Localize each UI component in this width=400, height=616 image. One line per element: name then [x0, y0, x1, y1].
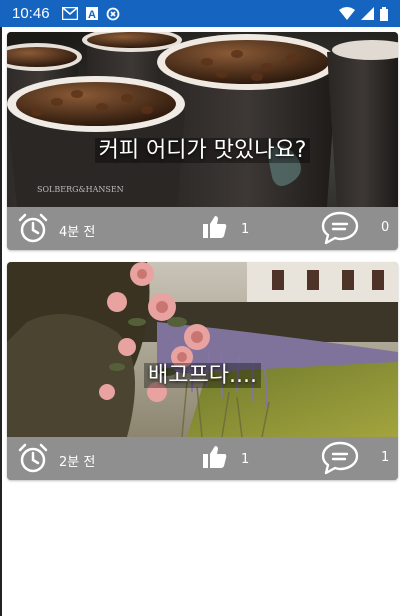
status-bar: 10:46 A [0, 0, 400, 27]
alarm-clock-icon [17, 212, 49, 248]
like-button[interactable]: 1 [202, 444, 249, 474]
svg-text:A: A [88, 9, 96, 20]
comment-button[interactable] [321, 210, 359, 250]
post-title: 커피 어디가 맛있나요? [7, 132, 398, 164]
gmail-icon [61, 7, 78, 20]
status-time: 10:46 [12, 5, 50, 22]
wifi-icon [339, 7, 355, 20]
like-count: 1 [241, 221, 250, 237]
speech-bubble-icon [321, 440, 359, 480]
time-ago-label: 4분 전 [59, 224, 96, 240]
speech-bubble-icon [321, 210, 359, 250]
sync-icon [106, 7, 120, 21]
thumbs-up-icon [202, 444, 228, 474]
post-footer: 2분 전 1 1 [7, 437, 398, 480]
post-image [7, 262, 398, 437]
signal-icon [361, 7, 374, 20]
post-card[interactable]: 배고프다.... 2분 전 1 1 [7, 262, 398, 480]
thumbs-up-icon [202, 214, 228, 244]
like-button[interactable]: 1 [202, 214, 249, 244]
post-image: SOLBERG&HANSEN [7, 32, 398, 207]
alarm-clock-icon [17, 442, 49, 478]
post-time: 4분 전 [17, 212, 95, 248]
svg-text:SOLBERG&HANSEN: SOLBERG&HANSEN [37, 185, 124, 194]
post-title: 배고프다.... [7, 357, 398, 389]
comment-button[interactable] [321, 440, 359, 480]
time-ago-label: 2분 전 [59, 454, 96, 470]
post-feed: SOLBERG&HANSEN 커피 어디가 맛있나요? 4분 전 1 0 배고프… [0, 27, 400, 616]
like-count: 1 [241, 451, 250, 467]
post-footer: 4분 전 1 0 [7, 207, 398, 250]
comment-count: 1 [381, 450, 390, 465]
post-card[interactable]: SOLBERG&HANSEN 커피 어디가 맛있나요? 4분 전 1 0 [7, 32, 398, 250]
font-icon: A [85, 7, 98, 20]
comment-count: 0 [381, 220, 390, 235]
battery-icon [380, 6, 388, 21]
post-time: 2분 전 [17, 442, 95, 478]
